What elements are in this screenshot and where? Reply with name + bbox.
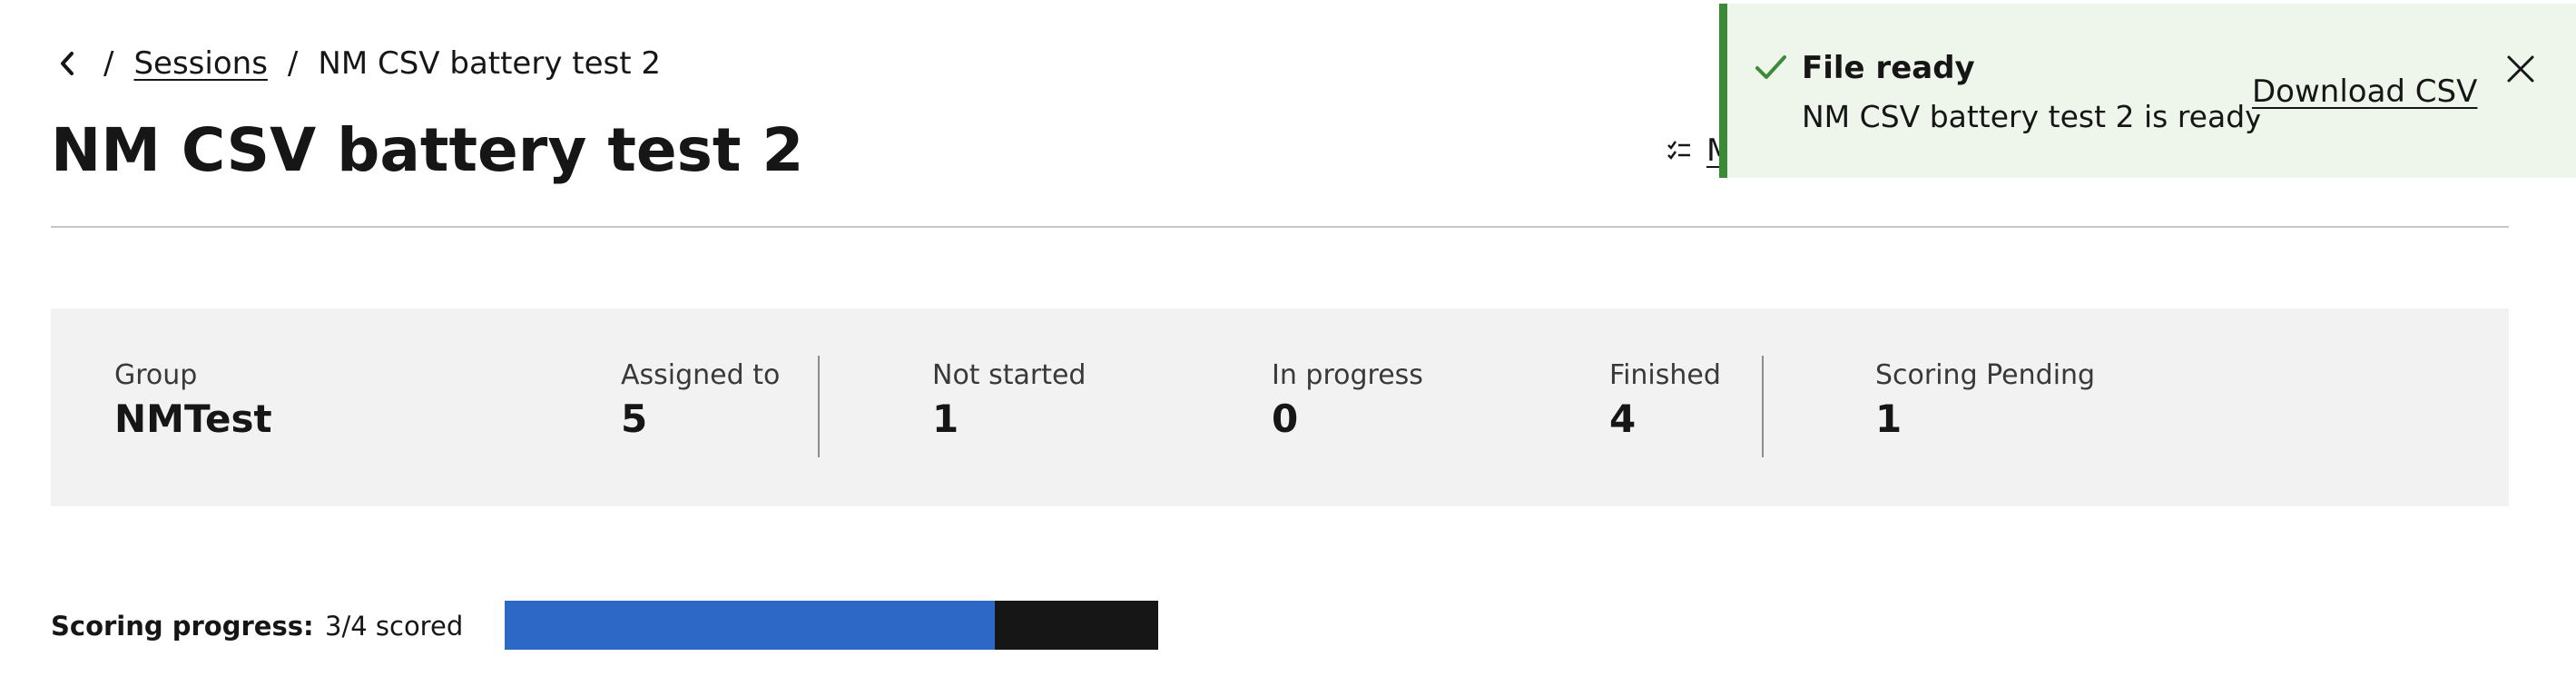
breadcrumb: / Sessions / NM CSV battery test 2 bbox=[51, 40, 661, 87]
breadcrumb-separator: / bbox=[287, 45, 299, 82]
session-summary-panel: Group NMTest Assigned to 5 Not started 1… bbox=[51, 309, 2509, 506]
stat-group: Group NMTest bbox=[114, 358, 272, 445]
stat-finished: Finished 4 bbox=[1609, 358, 1721, 445]
scoring-progress-label: Scoring progress: bbox=[51, 611, 314, 642]
back-button[interactable] bbox=[51, 40, 84, 87]
close-icon[interactable] bbox=[2504, 53, 2537, 85]
stat-label: Scoring Pending bbox=[1875, 359, 2096, 391]
scoring-progress-fill bbox=[505, 601, 995, 650]
session-page: / Sessions / NM CSV battery test 2 NM CS… bbox=[0, 0, 2576, 686]
toast-message: NM CSV battery test 2 is ready bbox=[1802, 99, 2263, 134]
stat-assigned-to: Assigned to 5 bbox=[621, 358, 780, 445]
stat-label: In progress bbox=[1272, 359, 1423, 391]
header-divider bbox=[51, 226, 2509, 228]
scoring-progress-text: 3/4 scored bbox=[325, 611, 464, 642]
stat-label: Group bbox=[114, 359, 198, 391]
stat-value: 1 bbox=[1875, 397, 1903, 441]
breadcrumb-current: NM CSV battery test 2 bbox=[318, 45, 661, 82]
scoring-progress-bar bbox=[505, 601, 1158, 650]
page-title: NM CSV battery test 2 bbox=[51, 115, 804, 185]
toast-notification: File ready NM CSV battery test 2 is read… bbox=[1719, 4, 2576, 178]
stat-label: Assigned to bbox=[621, 359, 781, 391]
stat-value: 1 bbox=[932, 397, 959, 441]
stat-value: 5 bbox=[621, 397, 648, 441]
toast-title: File ready bbox=[1802, 50, 1975, 86]
chevron-left-icon bbox=[61, 52, 74, 75]
stat-value: 4 bbox=[1609, 397, 1637, 441]
download-csv-link[interactable]: Download CSV bbox=[2252, 69, 2478, 114]
checkmark-icon bbox=[1755, 55, 1786, 79]
stat-value: 0 bbox=[1272, 397, 1299, 441]
stat-in-progress: In progress 0 bbox=[1272, 358, 1423, 445]
stat-scoring-pending: Scoring Pending 1 bbox=[1875, 358, 2095, 445]
stat-value: NMTest bbox=[114, 397, 272, 441]
stat-label: Not started bbox=[932, 359, 1086, 391]
checklist-icon bbox=[1667, 141, 1690, 160]
breadcrumb-separator: / bbox=[103, 45, 114, 82]
breadcrumb-sessions-link[interactable]: Sessions bbox=[133, 40, 267, 87]
stat-divider bbox=[818, 356, 820, 457]
stat-divider bbox=[1762, 356, 1764, 457]
stat-not-started: Not started 1 bbox=[932, 358, 1086, 445]
stat-label: Finished bbox=[1609, 359, 1721, 391]
